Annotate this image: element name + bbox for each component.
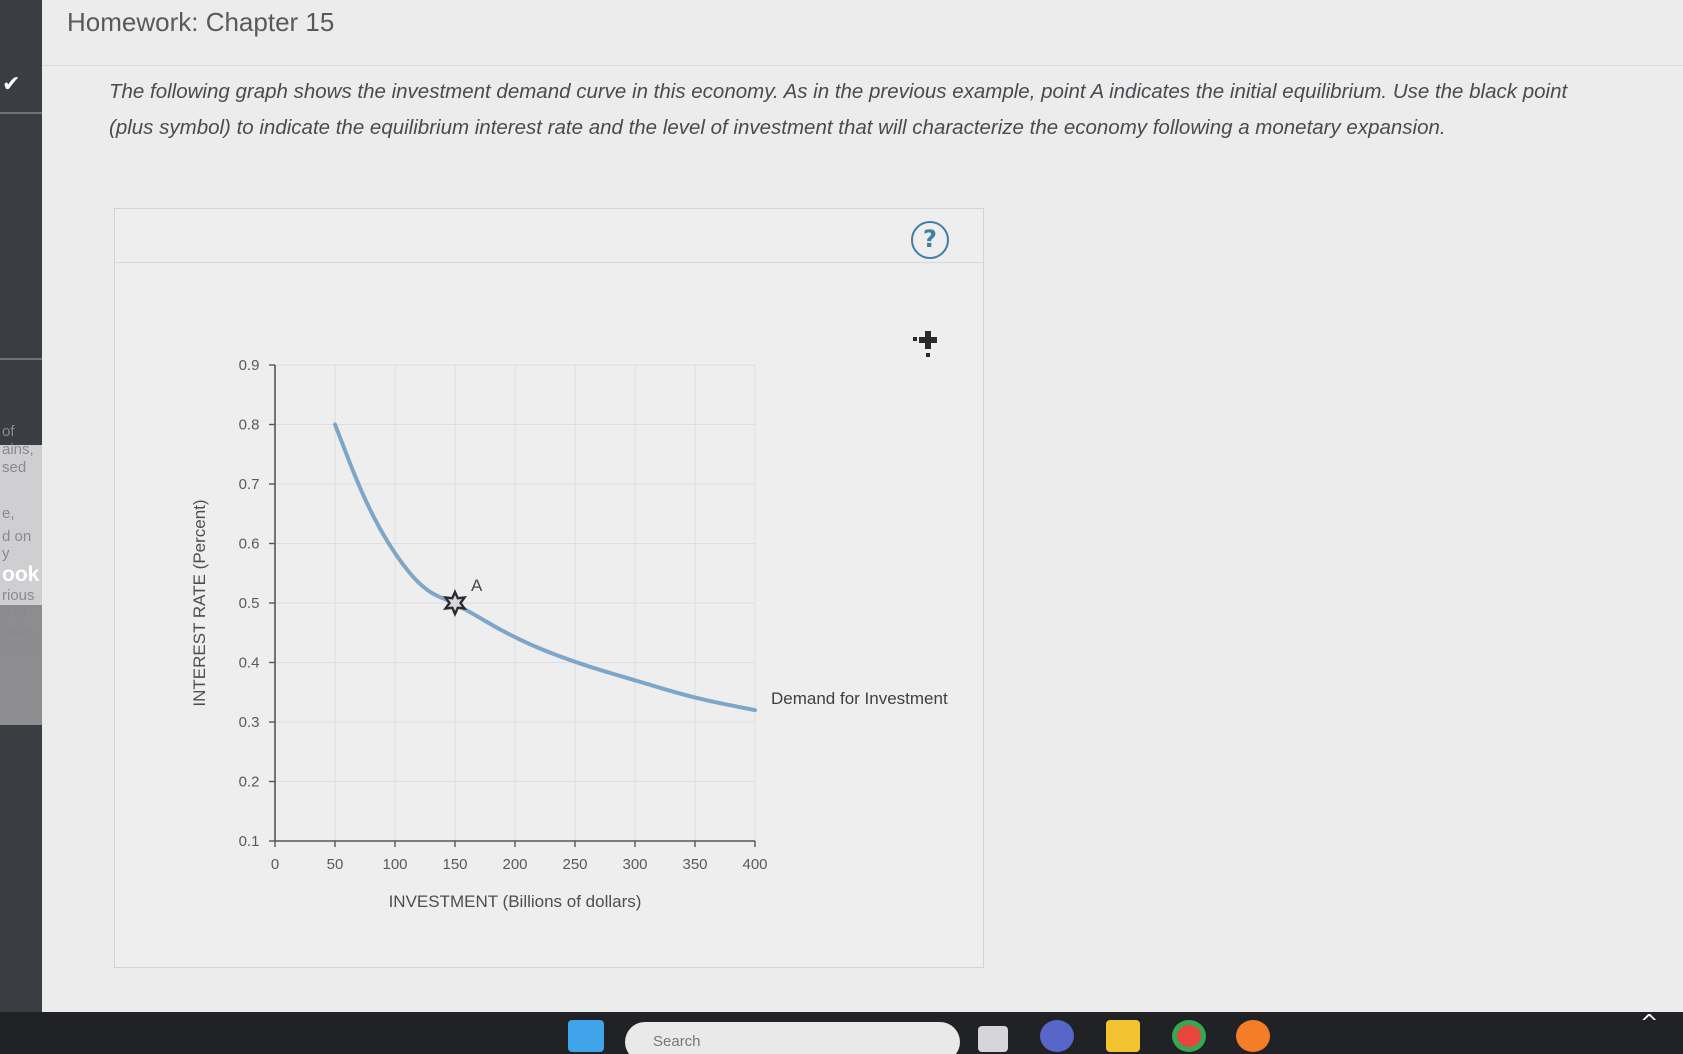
sidebar-fragment: e of <box>2 605 28 622</box>
taskbar-search-placeholder: Search <box>653 1033 701 1050</box>
x-tick-label: 50 <box>327 856 344 873</box>
task-view-icon[interactable] <box>978 1026 1008 1052</box>
y-axis-title: INTEREST RATE (Percent) <box>190 499 209 706</box>
help-button[interactable]: ? <box>911 221 949 259</box>
sidebar-fragment: ains, <box>2 441 34 458</box>
sidebar-fragment: sed <box>2 459 27 476</box>
firefox-icon[interactable] <box>1236 1020 1270 1052</box>
sidebar-fragment: ased <box>2 641 35 658</box>
taskbar-search[interactable]: Search <box>625 1022 960 1054</box>
x-tick-label: 0 <box>271 856 279 873</box>
sidebar-fragment: rains, <box>2 623 39 640</box>
sidebar-fragment: rious <box>2 587 35 604</box>
y-tick-label: 0.9 <box>239 357 260 374</box>
y-tick-label: 0.4 <box>239 655 260 672</box>
x-tick-label: 400 <box>742 856 767 873</box>
y-tick-label: 0.8 <box>239 417 260 434</box>
collapse-chevron-icon[interactable]: ✔ <box>2 72 20 97</box>
sidebar-fragment: ook <box>2 563 40 586</box>
homework-page: Homework: Chapter 15 The following graph… <box>42 0 1683 1012</box>
chrome-icon[interactable] <box>1172 1020 1206 1052</box>
y-tick-label: 0.7 <box>239 476 260 493</box>
graph-panel: ? 0 50 100 150 200 250 300 350 400 0.1 0.2 0.3 0.4 0.… <box>114 208 984 968</box>
x-tick-label: 200 <box>502 856 527 873</box>
y-tick-label: 0.5 <box>239 595 260 612</box>
x-tick-label: 150 <box>442 856 467 873</box>
sidebar-fragment: of <box>2 423 15 440</box>
plus-dot <box>926 353 930 357</box>
curve-label: Demand for Investment <box>771 689 948 708</box>
y-tick-label: 0.2 <box>239 774 260 791</box>
point-a-label: A <box>471 576 483 595</box>
page-header: Homework: Chapter 15 <box>42 0 1683 66</box>
plus-horizontal <box>919 337 937 343</box>
point-a-marker[interactable] <box>442 589 468 617</box>
x-axis-title: INVESTMENT (Billions of dollars) <box>389 892 642 911</box>
investment-demand-chart[interactable]: 0 50 100 150 200 250 300 350 400 0.1 0.2 0.3 0.4 0.5 0… <box>115 263 983 967</box>
y-tick-label: 0.1 <box>239 833 260 850</box>
graph-panel-toolbar: ? <box>115 209 983 263</box>
sidebar-fragment: y <box>2 545 10 562</box>
demand-curve <box>333 422 757 713</box>
x-tick-label: 350 <box>682 856 707 873</box>
chevron-up-icon[interactable]: ^ <box>1640 1011 1658 1036</box>
question-instructions: The following graph shows the investment… <box>109 80 1568 139</box>
black-point-plus-tool[interactable] <box>911 329 945 363</box>
file-explorer-icon[interactable] <box>1106 1020 1140 1052</box>
sidebar-fragment: e, <box>2 505 15 522</box>
y-tick-label: 0.6 <box>239 536 260 553</box>
y-tick-label: 0.3 <box>239 714 260 731</box>
x-tick-label: 100 <box>382 856 407 873</box>
x-tick-label: 250 <box>562 856 587 873</box>
x-tick-label: 300 <box>622 856 647 873</box>
windows-start-icon[interactable] <box>568 1020 604 1052</box>
sidebar-fragment: d on <box>2 528 32 545</box>
video-call-icon[interactable] <box>1040 1020 1074 1052</box>
plus-dot <box>913 337 917 341</box>
page-title: Homework: Chapter 15 <box>67 7 335 37</box>
